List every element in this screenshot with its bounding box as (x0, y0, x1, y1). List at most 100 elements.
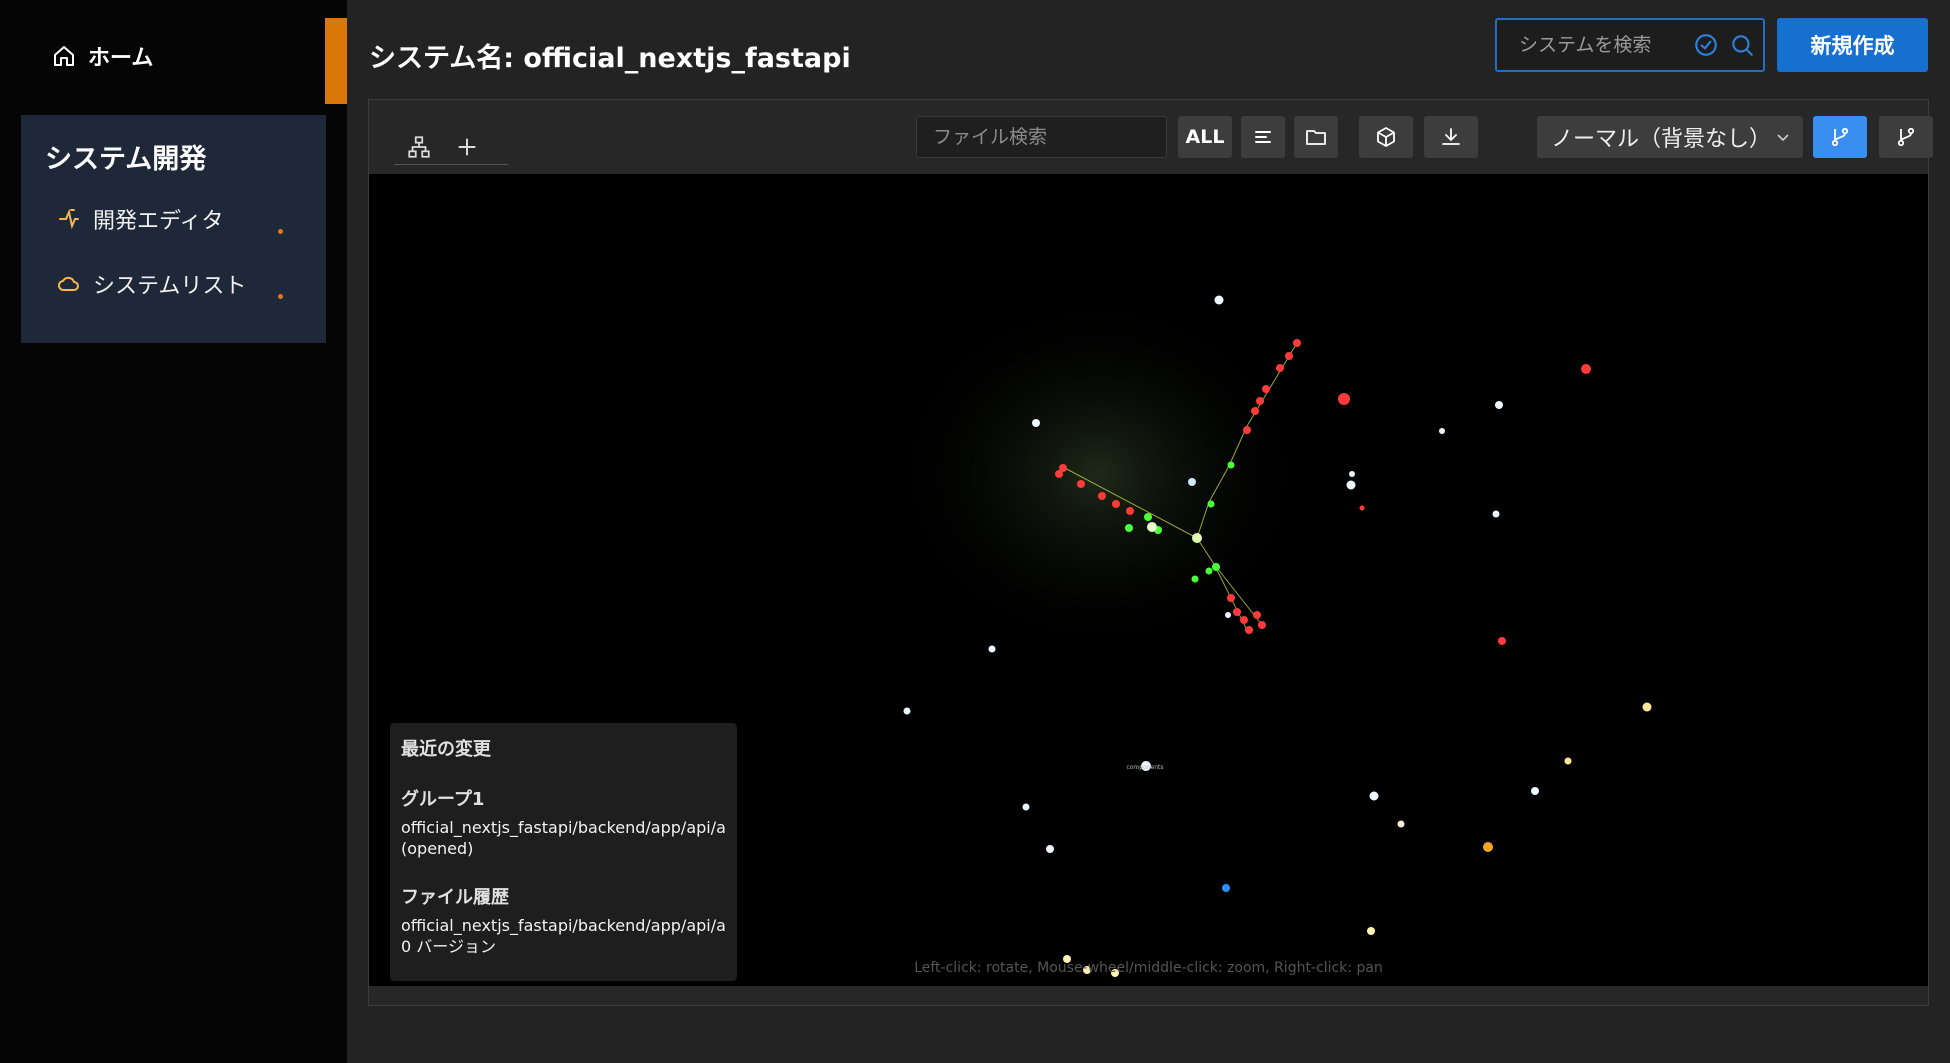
graph-node[interactable] (1188, 478, 1196, 486)
git-branch-icon (1897, 127, 1915, 147)
plus-icon (458, 138, 476, 156)
graph-node[interactable] (1439, 428, 1445, 434)
group-status: (opened) (401, 839, 474, 858)
list-view-button[interactable] (1241, 116, 1285, 158)
graph-node[interactable] (1098, 492, 1106, 500)
sidebar-item-label: システムリスト (93, 274, 247, 299)
sidebar-item-dev-editor[interactable]: 開発エディタ (57, 201, 307, 237)
download-button[interactable] (1424, 116, 1478, 158)
graph-node[interactable] (1126, 507, 1134, 515)
graph-node[interactable] (1262, 385, 1270, 393)
verified-check-icon (1695, 34, 1717, 56)
graph-node[interactable] (1046, 845, 1054, 853)
graph-node[interactable] (1581, 364, 1591, 374)
graph-node[interactable] (1227, 594, 1235, 602)
graph-node[interactable] (1276, 364, 1284, 372)
system-search[interactable] (1495, 18, 1765, 72)
graph-node[interactable] (1225, 612, 1231, 618)
graph-node[interactable] (1258, 621, 1266, 629)
home-link[interactable]: ホーム (52, 38, 153, 74)
graph-node[interactable] (1240, 616, 1248, 624)
graph-node[interactable] (1285, 352, 1293, 360)
graph-node[interactable] (1349, 471, 1355, 477)
search-icon[interactable] (1729, 32, 1755, 58)
file-search-input[interactable] (916, 116, 1167, 158)
misc-nodes (1063, 702, 1652, 977)
graph-node[interactable] (1147, 522, 1157, 532)
graph-node[interactable] (1243, 426, 1251, 434)
graph-node[interactable] (903, 707, 911, 715)
editor-panel: ALL ノーマル（背景なし） (368, 99, 1933, 1006)
graph-node[interactable] (1367, 927, 1375, 935)
cube-button[interactable] (1359, 116, 1413, 158)
graph-node[interactable] (1492, 510, 1500, 518)
graph-node[interactable] (1212, 563, 1220, 571)
graph-node[interactable] (1251, 407, 1259, 415)
graph-node[interactable] (1369, 791, 1379, 801)
add-tab-button[interactable] (454, 134, 480, 160)
cube-icon (1377, 127, 1395, 147)
mode-select[interactable]: ノーマル（背景なし） (1537, 116, 1803, 158)
graph-node[interactable] (1346, 480, 1356, 490)
new-button[interactable]: 新規作成 (1777, 18, 1928, 72)
sidebar-item-system-list[interactable]: システムリスト (57, 266, 307, 302)
graph-node[interactable] (1055, 470, 1063, 478)
graph-node[interactable] (1233, 608, 1241, 616)
graph-node[interactable] (1214, 295, 1224, 305)
graph-node[interactable] (1192, 533, 1202, 543)
graph-node[interactable] (1498, 637, 1506, 645)
graph-node[interactable] (1253, 611, 1261, 619)
tab-tree[interactable] (406, 134, 432, 160)
graph-node[interactable] (1397, 820, 1405, 828)
graph-node[interactable] (1125, 524, 1133, 532)
system-search-input[interactable] (1519, 34, 1683, 56)
graph-node[interactable] (1205, 567, 1213, 575)
graph-node[interactable] (1495, 401, 1503, 409)
graph-node[interactable] (1293, 339, 1301, 347)
view-tabs (394, 130, 508, 165)
group-path[interactable]: official_nextjs_fastapi/backend/app/api/… (401, 817, 726, 838)
graph-node[interactable] (1022, 803, 1030, 811)
branch-button-active[interactable] (1813, 116, 1867, 158)
branch-button[interactable] (1879, 116, 1933, 158)
home-icon (54, 46, 74, 66)
graph-node[interactable] (1245, 626, 1253, 634)
graph-node[interactable] (1483, 842, 1493, 852)
graph-node[interactable] (1191, 575, 1199, 583)
cloud-icon (57, 276, 79, 291)
all-button[interactable]: ALL (1178, 116, 1232, 158)
history-title: ファイル履歴 (401, 887, 509, 908)
graph-node[interactable] (1144, 513, 1152, 521)
graph-node[interactable] (1032, 419, 1040, 427)
graph-canvas[interactable]: components Left-click: rotate, Mouse-whe… (369, 174, 1928, 986)
graph-node[interactable] (1531, 787, 1539, 795)
graph-node[interactable] (1227, 461, 1235, 469)
group-title: グループ1 (401, 789, 485, 810)
sitemap-icon (408, 136, 430, 158)
graph-node[interactable] (988, 645, 996, 653)
graph-node[interactable] (1207, 500, 1215, 508)
graph-node[interactable] (1077, 480, 1085, 488)
graph-node[interactable] (1256, 397, 1264, 405)
dev-editor-icon (59, 208, 79, 230)
align-left-icon (1255, 131, 1271, 143)
active-indicator (325, 18, 347, 104)
history-version: 0 バージョン (401, 937, 496, 956)
graph-node[interactable] (1564, 757, 1572, 765)
recent-changes-title: 最近の変更 (401, 739, 491, 760)
chevron-down-icon (1777, 134, 1789, 142)
status-dot (278, 294, 283, 299)
section-title: システム開発 (45, 144, 207, 175)
status-dot (278, 229, 283, 234)
folder-button[interactable] (1294, 116, 1338, 158)
home-label: ホーム (88, 46, 154, 71)
folder-icon (1306, 130, 1326, 145)
graph-node[interactable] (1642, 702, 1652, 712)
history-path[interactable]: official_nextjs_fastapi/backend/app/api/… (401, 915, 726, 936)
graph-node[interactable] (1338, 393, 1350, 405)
graph-node[interactable] (1222, 884, 1230, 892)
graph-node[interactable] (1112, 500, 1120, 508)
graph-node[interactable] (1359, 505, 1365, 511)
sidebar: ホーム システム開発 開発エディタ システムリスト (0, 0, 347, 1063)
main: システム名: official_nextjs_fastapi 新規作成 ALL (347, 0, 1950, 1063)
